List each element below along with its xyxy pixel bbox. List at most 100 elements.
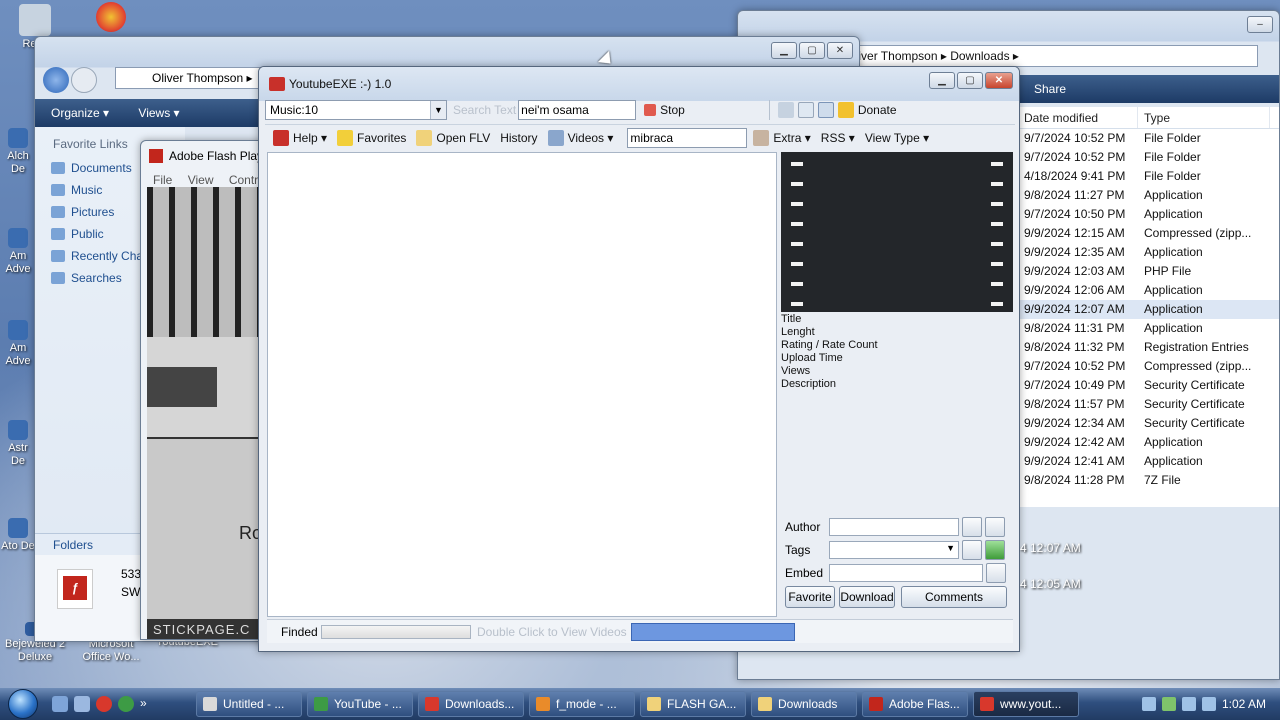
close-button[interactable]: ✕ bbox=[985, 72, 1013, 89]
history-button[interactable]: History bbox=[500, 131, 537, 145]
minimize-button[interactable]: ‒ bbox=[1247, 16, 1273, 33]
opera-icon[interactable] bbox=[96, 696, 112, 712]
refresh-icon[interactable] bbox=[985, 540, 1005, 560]
taskbar-button[interactable]: FLASH GA... bbox=[640, 691, 746, 717]
user-icon[interactable] bbox=[753, 129, 770, 146]
views-button[interactable]: Views ▾ bbox=[138, 106, 179, 120]
desktop-icon-alchemy[interactable]: Alch De bbox=[0, 128, 36, 176]
table-row[interactable]: 9/9/2024 12:42 AM Application bbox=[1018, 433, 1279, 452]
start-button[interactable] bbox=[0, 688, 46, 720]
table-row[interactable]: 9/9/2024 12:07 AM Application bbox=[1018, 300, 1279, 319]
flash-title-bar: Adobe Flash Play bbox=[141, 141, 265, 171]
table-row[interactable]: 9/9/2024 12:06 AM Application bbox=[1018, 281, 1279, 300]
table-row[interactable]: 9/7/2024 10:52 PM File Folder bbox=[1018, 129, 1279, 148]
taskbar-button[interactable]: Adobe Flas... bbox=[862, 691, 968, 717]
taskbar-button-label: Downloads... bbox=[445, 697, 515, 711]
table-row[interactable]: 9/8/2024 11:27 PM Application bbox=[1018, 186, 1279, 205]
window-icon[interactable] bbox=[797, 102, 814, 118]
table-row[interactable]: 9/9/2024 12:03 AM PHP File bbox=[1018, 262, 1279, 281]
resize-icon[interactable] bbox=[817, 102, 834, 118]
table-row[interactable]: 9/7/2024 10:50 PM Application bbox=[1018, 205, 1279, 224]
menu-view[interactable]: View bbox=[188, 173, 214, 187]
filter-input[interactable]: mibraca bbox=[627, 127, 748, 148]
table-row[interactable]: 9/8/2024 11:57 PM Security Certificate bbox=[1018, 395, 1279, 414]
taskbar-button[interactable]: www.yout... bbox=[973, 691, 1079, 717]
flash-stage[interactable]: Ro STICKPAGE.C bbox=[147, 187, 265, 639]
pin-icon[interactable] bbox=[777, 102, 794, 118]
table-row[interactable]: 4/18/2024 9:41 PM File Folder bbox=[1018, 167, 1279, 186]
search-input[interactable]: nei'm osama bbox=[518, 100, 637, 120]
desktop-icon-astro[interactable]: Astr De bbox=[0, 420, 36, 468]
search-icon[interactable] bbox=[962, 540, 982, 560]
taskbar-button[interactable]: YouTube - ... bbox=[307, 691, 413, 717]
videos-menu[interactable]: Videos ▾ bbox=[547, 129, 613, 146]
taskbar-button[interactable]: f_mode - ... bbox=[529, 691, 635, 717]
comments-button[interactable]: Comments bbox=[901, 586, 1007, 608]
taskbar-button[interactable]: Downloads bbox=[751, 691, 857, 717]
author-field[interactable] bbox=[829, 518, 959, 536]
show-desktop-icon[interactable] bbox=[52, 696, 68, 712]
author-profile-icon[interactable] bbox=[962, 517, 982, 537]
network-icon[interactable] bbox=[1181, 697, 1196, 711]
help-menu[interactable]: Help ▾ bbox=[273, 129, 327, 146]
address-bar[interactable]: ▸ Oliver Thompson ▸ Downloads ▸ bbox=[828, 45, 1258, 67]
table-row[interactable]: 9/9/2024 12:41 AM Application bbox=[1018, 452, 1279, 471]
maximize-button[interactable]: ▢ bbox=[957, 72, 983, 89]
chrome-icon[interactable] bbox=[118, 696, 134, 712]
desktop-icon-amazing-adventures-2[interactable]: Am Adve bbox=[0, 320, 36, 368]
cell-type: 7Z File bbox=[1144, 473, 1181, 487]
switch-windows-icon[interactable] bbox=[74, 696, 90, 712]
view-type-menu[interactable]: View Type ▾ bbox=[865, 131, 929, 145]
menu-file[interactable]: File bbox=[153, 173, 172, 187]
video-preview[interactable] bbox=[781, 152, 1013, 312]
youtubeexe-window[interactable]: YoutubeEXE :-) 1.0 ▁ ▢ ✕ Music:10 ▼ Sear… bbox=[258, 66, 1020, 652]
table-row[interactable]: 9/8/2024 11:32 PM Registration Entries bbox=[1018, 338, 1279, 357]
volume-icon[interactable] bbox=[1201, 697, 1216, 711]
column-type[interactable]: Type bbox=[1138, 107, 1270, 128]
table-row[interactable]: 9/8/2024 11:31 PM Application bbox=[1018, 319, 1279, 338]
table-row[interactable]: 9/9/2024 12:35 AM Application bbox=[1018, 243, 1279, 262]
desktop-icon-amazing-adventures-1[interactable]: Am Adve bbox=[0, 228, 36, 276]
tray-icon[interactable] bbox=[1161, 697, 1176, 711]
desktop-icon-mario[interactable] bbox=[86, 2, 136, 34]
favorite-button[interactable]: Favorite bbox=[785, 586, 835, 608]
forward-arrow-icon[interactable] bbox=[71, 67, 97, 93]
table-row[interactable]: 9/7/2024 10:52 PM File Folder bbox=[1018, 148, 1279, 167]
minimize-button[interactable]: ▁ bbox=[771, 42, 797, 59]
taskbar-button[interactable]: Downloads... bbox=[418, 691, 524, 717]
favorites-button[interactable]: Favorites bbox=[337, 129, 406, 146]
table-row[interactable]: 9/9/2024 12:15 AM Compressed (zipp... bbox=[1018, 224, 1279, 243]
file-list-header: Date modified Type bbox=[1018, 107, 1279, 129]
rss-menu[interactable]: RSS ▾ bbox=[821, 131, 855, 145]
warning-icon bbox=[837, 102, 854, 118]
maximize-button[interactable]: ▢ bbox=[799, 42, 825, 59]
open-flv-button[interactable]: Open FLV bbox=[416, 129, 490, 146]
donate-button[interactable]: Donate bbox=[837, 102, 897, 118]
clock[interactable]: 1:02 AM bbox=[1222, 697, 1266, 711]
close-button[interactable]: ✕ bbox=[827, 42, 853, 59]
video-results-list[interactable] bbox=[267, 152, 777, 617]
organize-button[interactable]: Organize ▾ bbox=[51, 106, 109, 120]
copy-icon[interactable] bbox=[986, 563, 1006, 583]
stop-button[interactable]: Stop bbox=[644, 103, 685, 117]
table-row[interactable]: 9/8/2024 11:28 PM 7Z File bbox=[1018, 471, 1279, 490]
table-row[interactable]: 9/7/2024 10:52 PM Compressed (zipp... bbox=[1018, 357, 1279, 376]
embed-field[interactable] bbox=[829, 564, 983, 582]
taskbar-button[interactable]: Untitled - ... bbox=[196, 691, 302, 717]
column-date-modified[interactable]: Date modified bbox=[1018, 107, 1138, 128]
download-button[interactable]: Download bbox=[839, 586, 895, 608]
video-info-field: Upload Time bbox=[781, 352, 843, 364]
flash-player-window[interactable]: Adobe Flash Play File View Contro Ro STI… bbox=[140, 140, 266, 640]
category-combo[interactable]: Music:10 ▼ bbox=[265, 100, 447, 120]
desktop-icon-atomaders[interactable]: Ato De bbox=[0, 518, 36, 553]
globe-icon[interactable] bbox=[985, 517, 1005, 537]
table-row[interactable]: 9/7/2024 10:49 PM Security Certificate bbox=[1018, 376, 1279, 395]
share-button[interactable]: Share bbox=[1034, 82, 1066, 96]
tags-select[interactable]: ▼ bbox=[829, 541, 959, 559]
minimize-button[interactable]: ▁ bbox=[929, 72, 955, 89]
extra-menu[interactable]: Extra ▾ bbox=[773, 131, 810, 145]
tray-icon[interactable] bbox=[1141, 697, 1156, 711]
back-arrow-icon[interactable] bbox=[43, 67, 69, 93]
table-row[interactable]: 9/9/2024 12:34 AM Security Certificate bbox=[1018, 414, 1279, 433]
more-icon[interactable]: » bbox=[140, 696, 156, 712]
